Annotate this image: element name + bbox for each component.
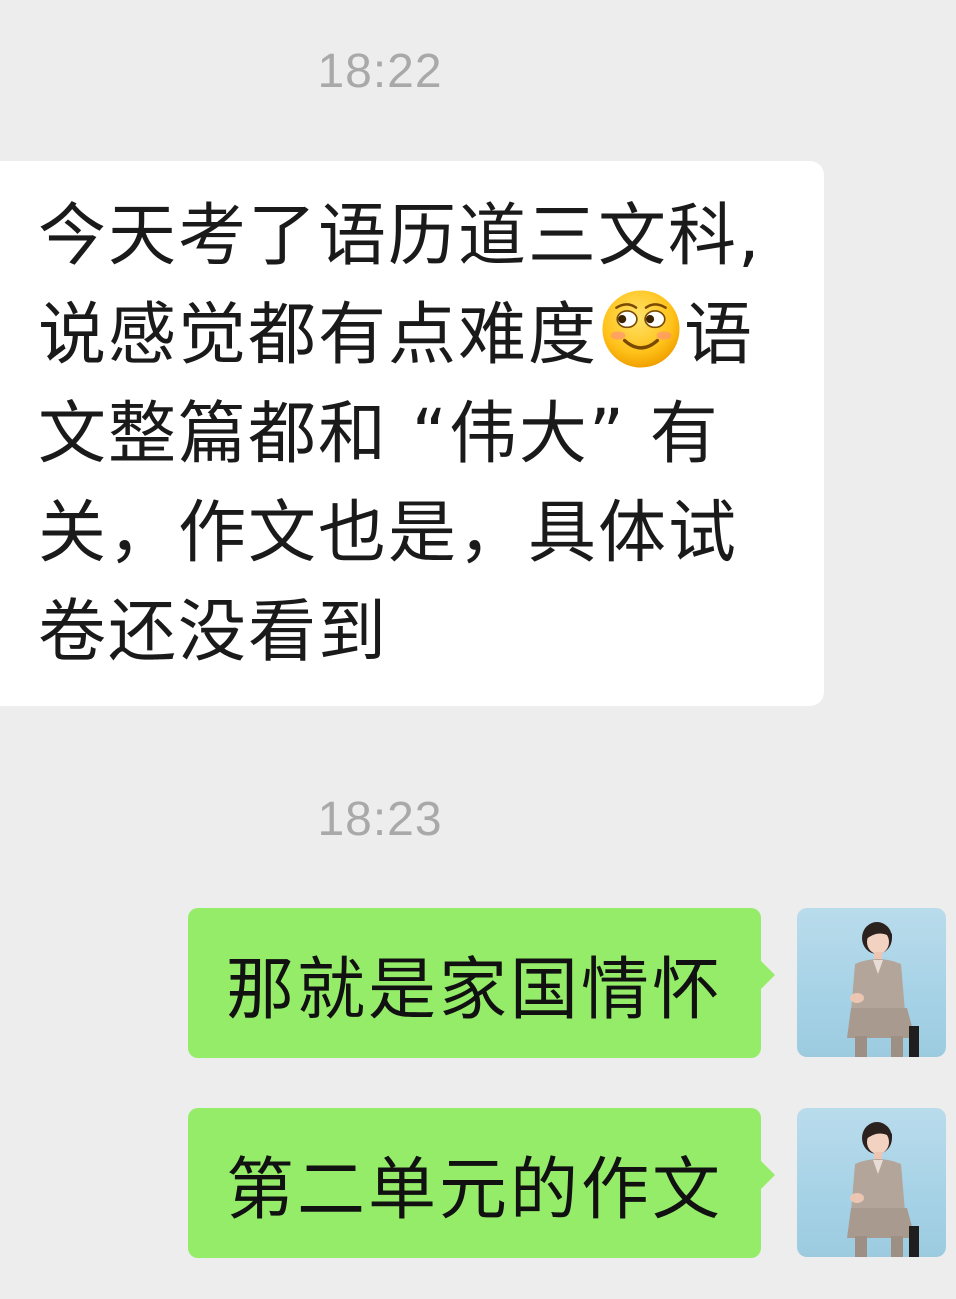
- message-timestamp: 18:22: [317, 45, 443, 98]
- message-line: 卷还没看到: [38, 593, 389, 672]
- outgoing-message-bubble[interactable]: 第二单元的作文: [188, 1108, 775, 1258]
- incoming-message-text: 今天考了语历道三文科, 说感觉都有点难度 语 文整篇都和 “伟大” 有 关，作文…: [38, 187, 794, 682]
- outgoing-message-text: 那就是家国情怀: [226, 950, 724, 1030]
- avatar[interactable]: [797, 908, 946, 1057]
- message-line: 文整篇都和 “伟大” 有: [38, 395, 720, 474]
- outgoing-message-text: 第二单元的作文: [226, 1150, 724, 1230]
- grinning-face-emoji: [602, 290, 680, 368]
- message-line: 关，作文也是，具体试: [38, 494, 739, 573]
- message-line: 说感觉都有点难度 语: [38, 286, 794, 385]
- message-timestamp: 18:23: [317, 793, 443, 846]
- outgoing-message-bubble[interactable]: 那就是家国情怀: [188, 908, 775, 1058]
- message-line-segment: 语: [684, 296, 755, 375]
- message-line-segment: 说感觉都有点难度: [38, 296, 599, 375]
- avatar-person-photo: [847, 922, 919, 1057]
- avatar[interactable]: [797, 1108, 946, 1257]
- message-line: 今天考了语历道三文科,: [38, 197, 762, 276]
- incoming-message-bubble[interactable]: 今天考了语历道三文科, 说感觉都有点难度 语 文整篇都和 “伟大” 有 关，作文…: [0, 161, 824, 706]
- avatar-person-photo: [847, 1122, 919, 1257]
